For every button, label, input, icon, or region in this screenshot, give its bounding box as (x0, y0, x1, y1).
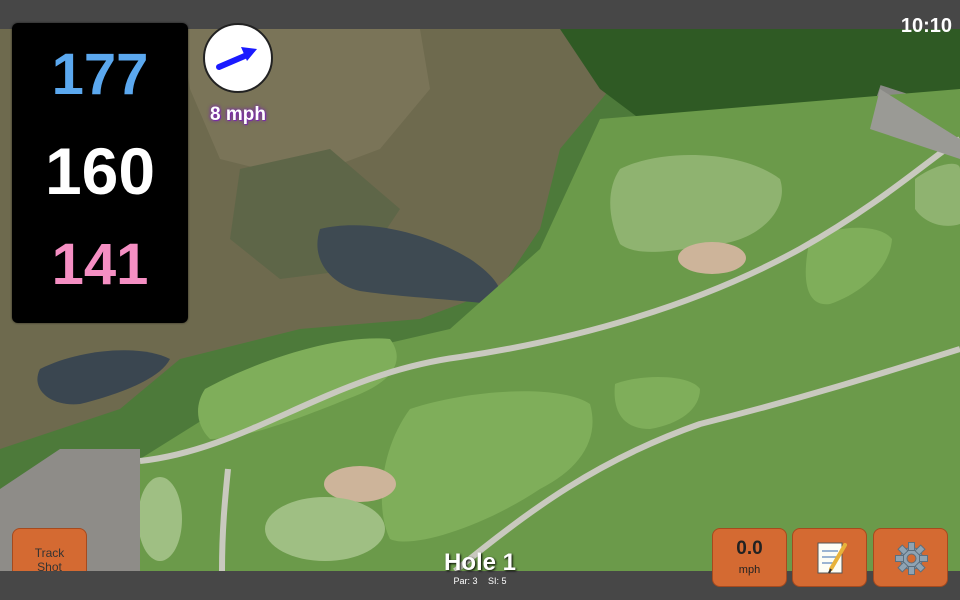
hole-title: Hole 1 (443, 549, 517, 576)
hole-par: Par: 3 (453, 576, 478, 586)
speed-button[interactable]: 0.0 mph (712, 528, 787, 587)
hole-stroke-index: SI: 5 (488, 576, 507, 586)
track-shot-label-line1: Track (34, 546, 65, 560)
speed-unit: mph (738, 564, 761, 576)
front-yardage: 141 (51, 232, 149, 297)
notepad-icon (817, 542, 847, 574)
yardage-panel: 177 160 141 (12, 23, 188, 323)
settings-button[interactable] (873, 528, 948, 587)
back-yardage: 177 (51, 42, 149, 107)
wind-direction-arrow-icon (216, 47, 257, 70)
wind-speed-label: 8 mph (210, 104, 266, 125)
status-clock: 10:10 (900, 15, 952, 37)
gear-icon (895, 542, 928, 575)
hole-info: Par: 3 SI: 5 (380, 576, 580, 586)
speed-value: 0.0 (736, 538, 763, 559)
notes-button[interactable] (792, 528, 867, 587)
middle-yardage: 160 (44, 134, 156, 208)
wind-indicator (203, 23, 273, 93)
